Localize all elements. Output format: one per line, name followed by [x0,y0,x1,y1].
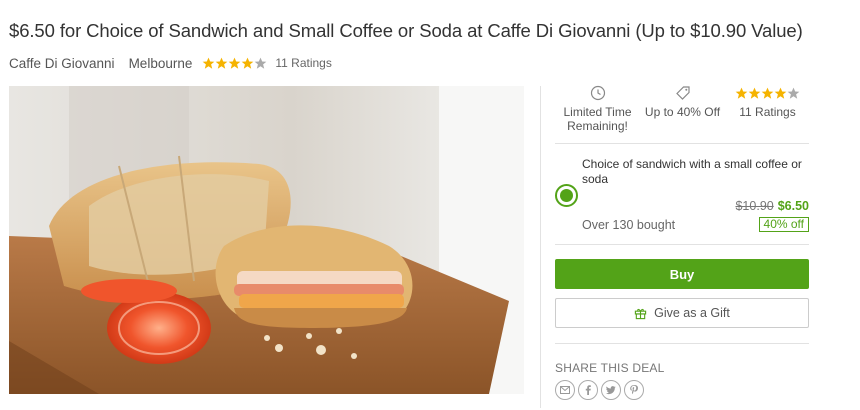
ratings-count[interactable]: 11 Ratings [275,56,331,70]
sale-price: $6.50 [777,199,809,213]
column-divider [540,86,541,408]
bought-count: Over 130 bought [582,218,676,232]
sandwich-photo [9,86,524,394]
share-label: SHARE THIS DEAL [555,361,665,375]
option-price: $10.90 $6.50 [735,199,809,213]
star-icon [216,57,228,69]
deal-highlights: Limited Time Remaining! Up to 40% Off 11… [555,84,810,138]
clock-icon [590,84,606,102]
highlight-discount: Up to 40% Off [640,84,725,138]
star-empty-icon [255,57,267,69]
divider [555,343,809,344]
stars-icon [735,84,800,102]
pinterest-icon[interactable] [624,380,644,400]
divider [555,244,809,245]
discount-badge: 40% off [758,217,809,232]
highlight-label: Limited Time Remaining! [563,105,632,133]
deal-meta: Caffe Di Giovanni Melbourne 11 Ratings [9,54,332,72]
divider [555,143,809,144]
tag-icon [675,84,691,102]
location-label: Melbourne [128,55,193,71]
original-price: $10.90 [735,199,774,213]
star-icon [203,57,215,69]
twitter-icon[interactable] [601,380,621,400]
gift-label: Give as a Gift [654,306,730,320]
option-title[interactable]: Choice of sandwich with a small coffee o… [582,157,812,186]
star-icon [242,57,254,69]
highlight-ratings[interactable]: 11 Ratings [725,84,810,138]
buy-button[interactable]: Buy [555,259,809,289]
highlight-limited-time: Limited Time Remaining! [555,84,640,138]
highlight-label: Up to 40% Off [644,105,721,119]
email-icon[interactable] [555,380,575,400]
rating-stars[interactable] [202,57,267,70]
deal-image[interactable] [9,86,524,394]
option-radio[interactable] [555,184,578,207]
merchant-link[interactable]: Caffe Di Giovanni [9,56,115,71]
deal-title: $6.50 for Choice of Sandwich and Small C… [9,20,803,41]
highlight-label: 11 Ratings [739,105,796,119]
share-icons [555,380,644,400]
give-gift-button[interactable]: Give as a Gift [555,298,809,328]
star-icon [229,57,241,69]
gift-icon [634,308,647,319]
facebook-icon[interactable] [578,380,598,400]
